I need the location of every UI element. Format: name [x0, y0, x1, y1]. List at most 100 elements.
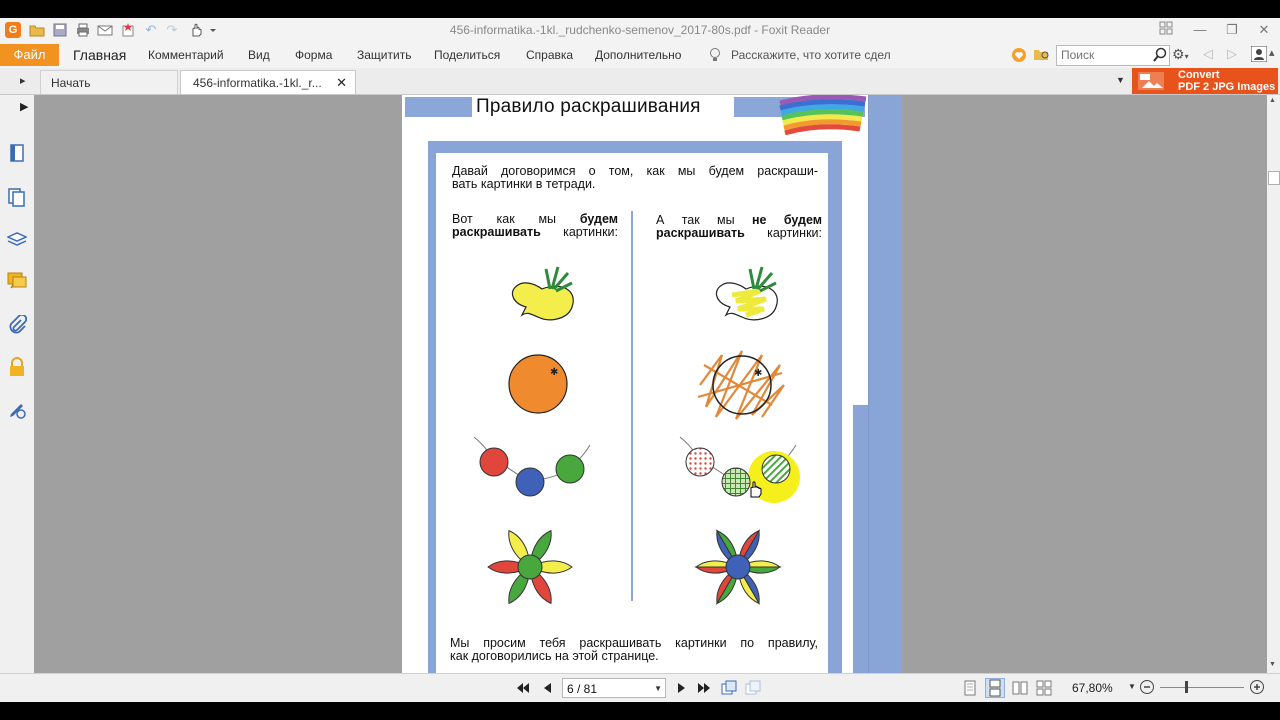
signature-pen-icon[interactable]	[7, 400, 27, 420]
column-divider	[631, 211, 633, 601]
tab-start-label: Начать	[51, 76, 91, 90]
menu-help[interactable]: Справка	[526, 48, 573, 62]
left-heading-post: картинки:	[540, 225, 618, 239]
zoom-out-icon[interactable]	[1139, 679, 1155, 700]
lightbulb-icon	[709, 47, 721, 68]
jpg-image-icon	[1138, 72, 1164, 95]
page-number-value: 6 / 81	[567, 682, 598, 696]
convert-banner-line1: Convert	[1178, 69, 1220, 81]
menu-view[interactable]: Вид	[248, 48, 270, 62]
flower-colored-illustration	[487, 529, 573, 605]
search-field[interactable]	[1056, 45, 1170, 66]
restore-button[interactable]: ❐	[1222, 21, 1242, 39]
attachments-paperclip-icon[interactable]	[7, 313, 28, 335]
menu-form[interactable]: Форма	[295, 48, 332, 62]
footer-line-2: как договорились на этой странице.	[450, 649, 659, 663]
tab-bar: ▸ Начать 456-informatika.-1kl._r... ✕ ▼ …	[0, 68, 1280, 95]
tab-start[interactable]: Начать	[40, 70, 178, 94]
continuous-view-icon[interactable]	[985, 678, 1005, 698]
page-icon[interactable]	[7, 143, 27, 163]
close-window-button[interactable]: ✕	[1254, 21, 1274, 39]
intro-line-2: вать картинки в тетради.	[452, 177, 596, 191]
turnip-colored-illustration	[511, 266, 574, 321]
orange-colored-illustration: ✱	[508, 354, 568, 414]
tab-document-label: 456-informatika.-1kl._r...	[193, 76, 322, 90]
minimize-button[interactable]: —	[1190, 21, 1210, 39]
zoom-slider-track[interactable]	[1160, 687, 1244, 688]
scroll-thumb[interactable]	[1268, 171, 1280, 185]
search-icon[interactable]	[1153, 47, 1167, 67]
status-bar: 6 / 81 ▼ 67,80% ▼	[0, 673, 1280, 702]
page-dropdown-icon[interactable]: ▼	[654, 679, 662, 699]
turnip-messy-illustration	[715, 266, 778, 321]
ribbon-collapse-icon[interactable]: ▴	[1269, 46, 1275, 59]
zoom-in-icon[interactable]	[1249, 679, 1265, 700]
menu-comment[interactable]: Комментарий	[148, 48, 224, 62]
title-bar: G ↶ ↷ 456-informatika.-1kl._rudchenko-se…	[0, 18, 1280, 42]
facing-view-icon[interactable]	[1012, 680, 1028, 696]
panel-toggle-icon[interactable]: ▸	[20, 74, 26, 87]
favorite-heart-icon[interactable]	[1011, 47, 1027, 68]
menu-home[interactable]: Главная	[73, 47, 126, 63]
ribbon-display-icon[interactable]	[1156, 21, 1176, 39]
zoom-level[interactable]: 67,80%	[1072, 681, 1113, 695]
page-side-band-lower	[853, 405, 902, 673]
first-page-icon[interactable]	[515, 680, 531, 696]
svg-text:✱: ✱	[550, 367, 558, 378]
last-page-icon[interactable]	[696, 680, 712, 696]
left-heading-bold1: будем	[579, 212, 618, 226]
close-tab-icon[interactable]: ✕	[336, 71, 347, 95]
left-heading-bold2: раскрашивать	[452, 225, 541, 239]
scroll-up-icon[interactable]: ▲	[1269, 97, 1276, 104]
menu-bar: Файл Главная Комментарий Вид Форма Защит…	[0, 42, 1280, 68]
file-menu[interactable]: Файл	[0, 44, 59, 66]
left-panel: ▶	[0, 95, 35, 673]
search-input[interactable]	[1057, 46, 1151, 64]
page-number-field[interactable]: 6 / 81 ▼	[562, 678, 666, 698]
vertical-scrollbar[interactable]: ▲ ▼	[1267, 95, 1280, 673]
convert-banner[interactable]: Convert PDF 2 JPG Images	[1132, 68, 1278, 94]
security-lock-icon[interactable]	[7, 357, 27, 377]
left-heading: Вот как мы будем раскрашивать картинки:	[452, 213, 618, 239]
svg-text:✱: ✱	[754, 368, 762, 379]
find-folder-icon[interactable]	[1033, 46, 1051, 67]
beads-colored-illustration	[473, 436, 591, 497]
convert-banner-line2: PDF 2 JPG Images	[1178, 81, 1276, 93]
back-nav-icon[interactable]: ◁	[1203, 46, 1213, 62]
flower-messy-illustration	[694, 529, 782, 605]
tell-me-box[interactable]: Расскажите, что хотите сдел	[731, 48, 891, 62]
layers-icon[interactable]	[6, 229, 28, 249]
right-heading-bold1: не будем	[751, 213, 823, 227]
zoom-dropdown-icon[interactable]: ▼	[1128, 682, 1136, 691]
next-page-icon[interactable]	[676, 680, 692, 696]
expand-panel-icon[interactable]: ▶	[20, 100, 28, 113]
pages-thumbnails-icon[interactable]	[7, 187, 27, 207]
user-account-icon[interactable]	[1250, 45, 1268, 67]
tab-document[interactable]: 456-informatika.-1kl._r... ✕	[180, 70, 356, 94]
tab-list-dropdown-icon[interactable]: ▼	[1116, 75, 1125, 85]
window-title: 456-informatika.-1kl._rudchenko-semenov_…	[449, 23, 831, 37]
right-heading: А так мы не будем раскрашивать картинки:	[656, 214, 822, 240]
forward-nav-icon[interactable]: ▷	[1227, 46, 1237, 62]
continuous-facing-view-icon[interactable]	[1036, 680, 1052, 696]
next-view-icon[interactable]	[745, 680, 761, 696]
page-edge-line	[868, 95, 869, 673]
orange-messy-illustration: ✱	[697, 350, 785, 420]
previous-page-icon[interactable]	[541, 680, 557, 696]
beads-patterned-illustration	[679, 436, 800, 503]
previous-view-icon[interactable]	[721, 680, 737, 696]
right-heading-pre: А так мы	[656, 213, 752, 227]
document-view[interactable]: Правило раскрашивания Давай договоримся …	[34, 95, 1267, 673]
page-side-band	[868, 95, 902, 405]
zoom-slider-thumb[interactable]	[1185, 681, 1188, 693]
menu-extra[interactable]: Дополнительно	[595, 48, 681, 62]
settings-gear-icon[interactable]: ⚙▾	[1172, 46, 1189, 63]
menu-protect[interactable]: Защитить	[357, 48, 411, 62]
menu-share[interactable]: Поделиться	[434, 48, 500, 62]
scroll-down-icon[interactable]: ▼	[1269, 661, 1276, 668]
left-heading-pre: Вот как мы	[452, 212, 580, 226]
single-page-view-icon[interactable]	[963, 680, 979, 696]
foxit-reader-window: G ↶ ↷ 456-informatika.-1kl._rudchenko-se…	[0, 18, 1280, 702]
hand-cursor-icon	[750, 481, 762, 498]
comments-icon[interactable]	[7, 271, 27, 291]
